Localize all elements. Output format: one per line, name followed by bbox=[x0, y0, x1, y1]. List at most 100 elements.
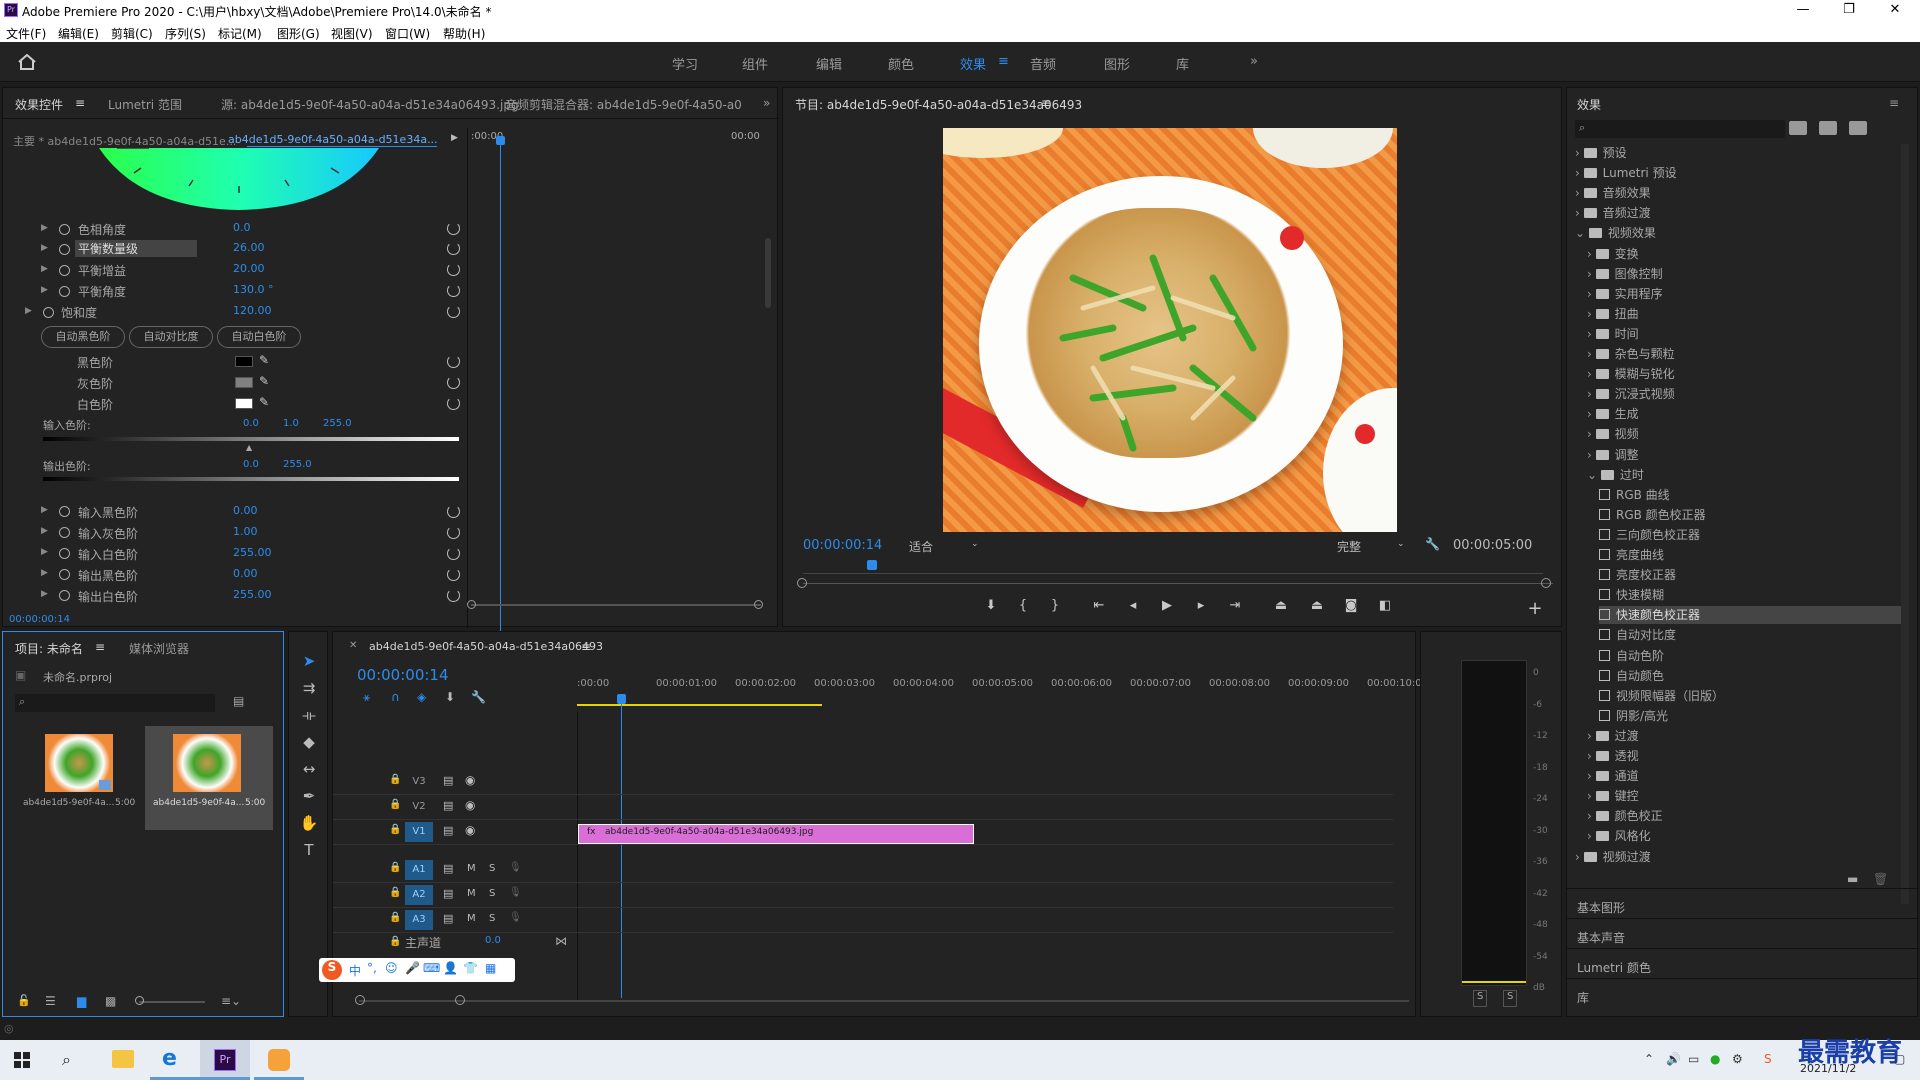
eyedropper-icon[interactable]: ✎ bbox=[259, 374, 269, 391]
eye-icon[interactable]: ◉ bbox=[465, 773, 475, 790]
effect-folder[interactable]: › 透视 bbox=[1587, 747, 1639, 765]
effect-item[interactable]: 快速颜色校正器 bbox=[1599, 606, 1901, 625]
home-icon[interactable] bbox=[18, 54, 36, 70]
menu-clip[interactable]: 剪辑(C) bbox=[111, 25, 153, 42]
menu-view[interactable]: 视图(V) bbox=[331, 25, 373, 42]
sync-lock-icon[interactable]: ▤ bbox=[443, 912, 453, 929]
track-lock-icon[interactable]: 🔒 bbox=[389, 799, 401, 816]
black-level-swatch[interactable] bbox=[235, 356, 253, 367]
reset-icon[interactable] bbox=[447, 589, 460, 602]
video-clip[interactable]: fx ab4de1d5-9e0f-4a50-a04a-d51e34a06493.… bbox=[578, 824, 974, 844]
param-input-white-value[interactable]: 255.00 bbox=[233, 546, 272, 563]
chevron-right-icon[interactable]: › bbox=[1575, 146, 1584, 160]
effects-scrollbar[interactable] bbox=[1901, 144, 1909, 904]
track-target-v2[interactable]: V2 bbox=[405, 797, 433, 817]
effect-folder[interactable]: › 生成 bbox=[1587, 405, 1639, 423]
chevron-right-icon[interactable]: › bbox=[1587, 427, 1596, 441]
white-level-swatch[interactable] bbox=[235, 398, 253, 409]
chevron-right-icon[interactable]: › bbox=[1587, 347, 1596, 361]
razor-tool-icon[interactable]: ◆ bbox=[297, 733, 321, 755]
effect-item[interactable]: 三向颜色校正器 bbox=[1599, 526, 1700, 544]
reset-icon[interactable] bbox=[447, 505, 460, 518]
effect-item[interactable]: 亮度曲线 bbox=[1599, 546, 1664, 564]
chevron-right-icon[interactable]: › bbox=[1587, 729, 1596, 743]
lift-icon[interactable]: ⏏ bbox=[1269, 598, 1293, 618]
menu-help[interactable]: 帮助(H) bbox=[443, 25, 485, 42]
chevron-right-icon[interactable]: › bbox=[1587, 749, 1596, 763]
stopwatch-icon[interactable] bbox=[59, 286, 70, 297]
lock-icon[interactable]: 🔓 bbox=[17, 994, 31, 1011]
param-input-gray-value[interactable]: 1.00 bbox=[233, 525, 258, 542]
ime-user-icon[interactable]: 👤 bbox=[443, 961, 458, 978]
button-editor-icon[interactable]: + bbox=[1523, 598, 1547, 619]
sync-lock-icon[interactable]: ▤ bbox=[443, 887, 453, 904]
extract-icon[interactable]: ⏏ bbox=[1305, 598, 1329, 618]
effect-folder[interactable]: › 音频过渡 bbox=[1575, 204, 1651, 222]
zoom-handle-right[interactable] bbox=[1541, 578, 1551, 588]
chevron-right-icon[interactable]: › bbox=[1587, 769, 1596, 783]
track-target-v1[interactable]: V1 bbox=[405, 822, 433, 842]
ime-emoji-icon[interactable]: ☺ bbox=[385, 961, 398, 978]
track-select-tool-icon[interactable]: ⇉ bbox=[297, 679, 321, 701]
effect-folder[interactable]: › 图像控制 bbox=[1587, 265, 1663, 283]
timeline-ruler[interactable]: :00:00 00:00:01:00 00:00:02:00 00:00:03:00 0… bbox=[577, 678, 1452, 698]
eye-icon[interactable]: ◉ bbox=[465, 823, 475, 840]
icon-view-icon[interactable]: ▆ bbox=[77, 994, 86, 1011]
voiceover-icon[interactable]: 🎙 bbox=[509, 887, 522, 904]
tab-menu-icon[interactable]: ≡ bbox=[75, 96, 85, 110]
type-tool-icon[interactable]: T bbox=[297, 841, 321, 863]
output-levels-v1[interactable]: 0.0 bbox=[243, 459, 259, 476]
reset-icon[interactable] bbox=[447, 397, 460, 410]
list-view-icon[interactable]: ☰ bbox=[45, 994, 56, 1011]
chevron-down-icon[interactable]: ⌄ bbox=[1575, 226, 1589, 240]
sync-lock-icon[interactable]: ▤ bbox=[443, 862, 453, 879]
export-frame-icon[interactable]: ◙ bbox=[1339, 598, 1363, 618]
timeline-settings-icon[interactable]: 🔧 bbox=[471, 690, 486, 707]
project-search-input[interactable]: ⌕ bbox=[15, 694, 215, 712]
timeline-playhead[interactable] bbox=[621, 698, 622, 998]
effect-item[interactable]: 视频限幅器（旧版） bbox=[1599, 687, 1724, 705]
effect-folder[interactable]: › 调整 bbox=[1587, 446, 1639, 464]
effect-folder[interactable]: › 沉浸式视频 bbox=[1587, 385, 1675, 403]
go-to-out-icon[interactable]: ⇥ bbox=[1223, 598, 1247, 618]
track-lock-icon[interactable]: 🔒 bbox=[389, 824, 401, 841]
yuv-effects-icon[interactable] bbox=[1849, 121, 1867, 135]
zoom-handle-left[interactable] bbox=[797, 578, 807, 588]
voiceover-icon[interactable]: 🎙 bbox=[509, 862, 522, 879]
gray-handle[interactable]: ▲ bbox=[246, 443, 252, 452]
reset-icon[interactable] bbox=[447, 547, 460, 560]
tray-app-icon[interactable]: ⚙ bbox=[1732, 1052, 1743, 1069]
chevron-right-icon[interactable]: › bbox=[1587, 327, 1596, 341]
scroll-handle[interactable] bbox=[455, 995, 465, 1005]
sync-lock-icon[interactable]: ▤ bbox=[443, 824, 453, 841]
chevron-right-icon[interactable]: › bbox=[1587, 287, 1596, 301]
param-hue-angle-value[interactable]: 0.0 bbox=[233, 221, 251, 238]
tab-source[interactable]: 源: ab4de1d5-9e0f-4a50-a04a-d51e34a06493.… bbox=[221, 96, 519, 113]
effect-folder[interactable]: › 键控 bbox=[1587, 787, 1639, 805]
close-button[interactable]: ✕ bbox=[1872, 0, 1918, 22]
twirl-icon[interactable]: ▶ bbox=[41, 285, 48, 295]
effect-item[interactable]: 自动颜色 bbox=[1599, 667, 1664, 685]
chevron-right-icon[interactable]: › bbox=[1587, 387, 1596, 401]
hand-tool-icon[interactable]: ✋ bbox=[297, 814, 321, 836]
auto-white-level-button[interactable]: 自动白色阶 bbox=[217, 326, 301, 348]
selection-tool-icon[interactable]: ➤ bbox=[297, 652, 321, 674]
tab-project[interactable]: 项目: 未命名 bbox=[15, 640, 83, 657]
solo-button[interactable]: S bbox=[489, 913, 495, 930]
play-only-icon[interactable]: ▶ bbox=[451, 133, 458, 150]
solo-button[interactable]: S bbox=[489, 863, 495, 880]
search-icon[interactable]: ⌕ bbox=[62, 1050, 71, 1069]
freeform-view-icon[interactable]: ▩ bbox=[105, 994, 116, 1011]
pen-tool-icon[interactable]: ✒ bbox=[297, 787, 321, 809]
snap-icon[interactable]: ∩ bbox=[391, 690, 400, 707]
eyedropper-icon[interactable]: ✎ bbox=[259, 353, 269, 370]
chevron-right-icon[interactable]: › bbox=[1575, 850, 1584, 864]
ec-timecode[interactable]: 00:00:00:14 bbox=[9, 614, 70, 631]
twirl-icon[interactable]: ▶ bbox=[41, 589, 48, 599]
effect-folder[interactable]: › 模糊与锐化 bbox=[1587, 365, 1675, 383]
stopwatch-icon[interactable] bbox=[59, 548, 70, 559]
step-back-icon[interactable]: ◂ bbox=[1121, 598, 1145, 618]
param-output-black-value[interactable]: 0.00 bbox=[233, 567, 258, 584]
chevron-right-icon[interactable]: › bbox=[1575, 186, 1584, 200]
libraries-panel[interactable]: 库 bbox=[1577, 989, 1589, 1006]
